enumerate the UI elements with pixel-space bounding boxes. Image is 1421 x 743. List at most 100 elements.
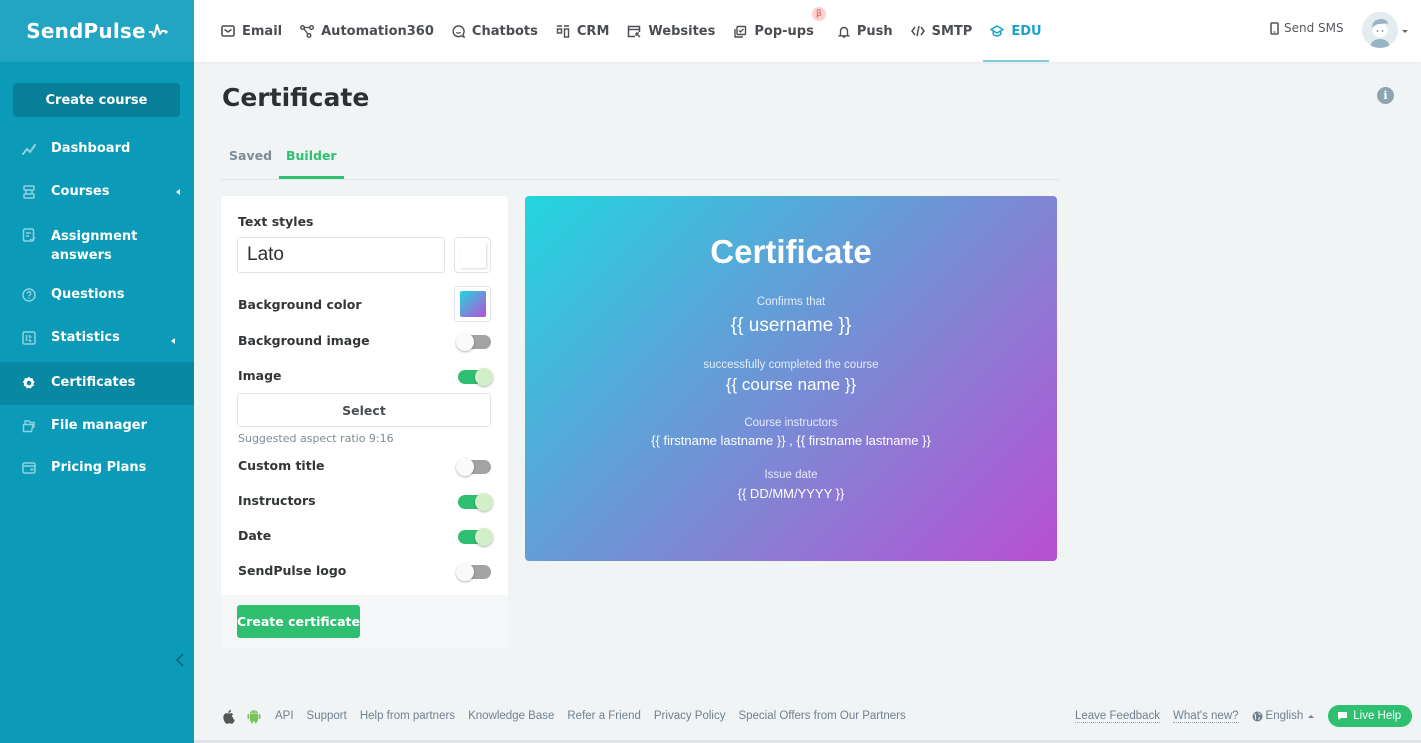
- sidebar-item-questions[interactable]: Questions: [0, 276, 194, 319]
- certificate-preview: Certificate Confirms that {{ username }}…: [525, 196, 1057, 561]
- certificate-title: Certificate: [710, 233, 872, 270]
- crm-icon: [556, 24, 570, 38]
- nav-crm[interactable]: CRM: [556, 0, 609, 62]
- toggle-knob: [456, 458, 474, 476]
- select-image-button[interactable]: Select: [237, 393, 491, 427]
- footer-link-help-from-partners[interactable]: Help from partners: [360, 710, 455, 722]
- top-bar: Email Automation360 Chatbots CRM Website…: [194, 0, 1421, 62]
- sendpulse-logo-label: SendPulse logo: [238, 563, 347, 578]
- flow-icon: [300, 24, 315, 38]
- sidebar-item-courses[interactable]: Courses: [0, 170, 194, 213]
- tab-builder[interactable]: Builder: [279, 148, 344, 179]
- footer: API Support Help from partners Knowledge…: [194, 700, 1421, 732]
- nav-email[interactable]: Email: [221, 0, 282, 62]
- nav-label: EDU: [1011, 23, 1042, 39]
- sidebar-item-certificates[interactable]: Certificates: [0, 362, 194, 405]
- sidebar-item-assignment-answers[interactable]: Assignment answers: [0, 213, 194, 276]
- logo-text: SendPulse: [26, 19, 146, 43]
- sendpulse-logo-toggle[interactable]: [456, 563, 491, 581]
- tab-saved[interactable]: Saved: [229, 148, 272, 179]
- aspect-ratio-hint: Suggested aspect ratio 9:16: [238, 432, 394, 445]
- background-color-swatch: [459, 291, 486, 317]
- instructors-placeholder: {{ firstname lastname }} , {{ firstname …: [651, 433, 931, 448]
- android-icon[interactable]: [247, 709, 261, 724]
- sidebar-item-label: Courses: [51, 184, 110, 199]
- envelope-icon: [221, 25, 235, 37]
- live-help-label: Live Help: [1353, 710, 1402, 722]
- create-course-button[interactable]: Create course: [13, 83, 180, 117]
- nav-popups[interactable]: Pop-ups β: [733, 0, 826, 62]
- sidebar-item-label: Dashboard: [51, 141, 131, 156]
- instructors-toggle[interactable]: [458, 493, 493, 511]
- toggle-knob: [456, 333, 474, 351]
- footer-link-knowledge-base[interactable]: Knowledge Base: [468, 710, 554, 722]
- tabs: Saved Builder: [221, 140, 1059, 180]
- background-color-picker[interactable]: [454, 286, 491, 322]
- date-toggle[interactable]: [458, 528, 493, 546]
- chat-icon: [452, 24, 465, 38]
- issue-date-placeholder: {{ DD/MM/YYYY }}: [737, 486, 845, 501]
- nav-automation360[interactable]: Automation360: [300, 0, 434, 62]
- live-help-button[interactable]: Live Help: [1328, 705, 1413, 727]
- font-select[interactable]: Lato: [237, 237, 445, 273]
- nav-label: Pop-ups: [754, 23, 814, 39]
- collapse-sidebar-icon[interactable]: [173, 652, 187, 668]
- nav-edu[interactable]: EDU: [983, 0, 1049, 62]
- sidebar-item-label: Pricing Plans: [51, 460, 147, 475]
- text-color-swatch: [459, 242, 486, 268]
- sidebar-item-label: File manager: [51, 418, 148, 433]
- page-title: Certificate: [222, 83, 370, 112]
- background-color-label: Background color: [238, 297, 362, 312]
- user-avatar[interactable]: [1362, 12, 1398, 48]
- nav-push[interactable]: Push: [837, 0, 893, 62]
- send-sms-link[interactable]: Send SMS: [1270, 21, 1344, 35]
- background-image-label: Background image: [238, 333, 370, 348]
- phone-icon: [1270, 21, 1279, 35]
- background-image-toggle[interactable]: [456, 333, 491, 351]
- image-toggle[interactable]: [458, 368, 493, 386]
- sidebar-item-file-manager[interactable]: File manager: [0, 405, 194, 448]
- sidebar-item-dashboard[interactable]: Dashboard: [0, 127, 194, 170]
- nav-smtp[interactable]: SMTP: [910, 0, 972, 62]
- sidebar-item-label: Assignment answers: [51, 229, 138, 263]
- toggle-knob: [475, 368, 493, 386]
- image-label: Image: [238, 368, 282, 383]
- info-icon[interactable]: i: [1377, 87, 1394, 104]
- footer-link-api[interactable]: API: [275, 710, 294, 722]
- sidebar: SendPulse Create course Dashboard Course…: [0, 0, 194, 743]
- pulse-icon: [148, 24, 168, 38]
- custom-title-label: Custom title: [238, 458, 325, 473]
- sidebar-item-statistics[interactable]: Statistics: [0, 319, 194, 362]
- website-icon: [628, 25, 641, 37]
- logo[interactable]: SendPulse: [0, 0, 194, 62]
- leave-feedback-link[interactable]: Leave Feedback: [1075, 710, 1161, 723]
- code-icon: [910, 25, 925, 37]
- graduation-cap-icon: [990, 24, 1005, 37]
- create-certificate-button[interactable]: Create certificate: [237, 605, 360, 638]
- whats-new-link[interactable]: What's new?: [1173, 710, 1239, 723]
- text-styles-label: Text styles: [238, 214, 314, 229]
- nav-label: Automation360: [321, 23, 434, 39]
- sidebar-item-pricing-plans[interactable]: Pricing Plans: [0, 448, 194, 491]
- toggle-knob: [456, 563, 474, 581]
- footer-link-refer-a-friend[interactable]: Refer a Friend: [567, 710, 641, 722]
- nav-label: Email: [242, 23, 283, 39]
- sidebar-item-label: Statistics: [51, 330, 120, 345]
- footer-link-special-offers[interactable]: Special Offers from Our Partners: [738, 710, 905, 722]
- question-icon: [22, 288, 36, 302]
- popup-icon: [734, 25, 747, 38]
- issue-date-heading: Issue date: [764, 469, 818, 481]
- sidebar-item-label: Questions: [51, 287, 125, 302]
- footer-link-support[interactable]: Support: [307, 710, 347, 722]
- nav-chatbots[interactable]: Chatbots: [452, 0, 538, 62]
- nav-websites[interactable]: Websites: [627, 0, 715, 62]
- footer-link-privacy-policy[interactable]: Privacy Policy: [654, 710, 726, 722]
- apple-icon[interactable]: [222, 709, 235, 724]
- text-color-picker[interactable]: [454, 237, 491, 273]
- account-caret-icon[interactable]: [1402, 30, 1408, 33]
- language-selector[interactable]: English: [1252, 710, 1315, 722]
- custom-title-toggle[interactable]: [456, 458, 491, 476]
- wallet-icon: [22, 462, 36, 474]
- completed-text: successfully completed the course: [703, 359, 879, 371]
- toggle-knob: [475, 528, 493, 546]
